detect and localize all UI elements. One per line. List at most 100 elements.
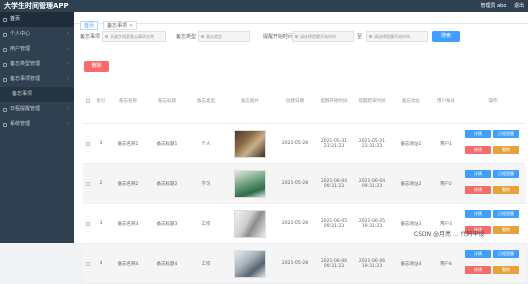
cell-date: 2021-05-28 — [281, 261, 309, 266]
detail-button[interactable]: 详情 — [465, 130, 491, 138]
cell-photo — [225, 204, 275, 243]
memo-category-input[interactable]: 备忘类型 — [198, 31, 250, 42]
sidebar-item[interactable]: 备忘事项 — [0, 87, 74, 102]
header-date: 创建日期 — [286, 99, 304, 104]
sidebar-item[interactable]: 个人中心 › — [0, 27, 74, 42]
cell-type: 个人 — [201, 141, 211, 147]
range-separator: 至 — [357, 34, 363, 40]
tab-home-label: 首页 — [84, 23, 95, 29]
cell-name: 备忘名称4 — [117, 261, 139, 267]
logout-link[interactable]: 退出 — [514, 3, 524, 9]
checkbox[interactable] — [86, 181, 90, 186]
detail-button[interactable]: 详情 — [465, 250, 491, 258]
delete-button-label: 删除 — [502, 227, 510, 232]
tab-memo-items[interactable]: 备忘事项 × — [103, 21, 138, 30]
cell-date: 2021-05-28 — [281, 221, 309, 226]
sidebar-item[interactable]: 备忘事项管理 › — [0, 72, 74, 87]
cell-photo — [225, 164, 275, 203]
menu-icon — [3, 63, 7, 67]
remind-end-date-input[interactable]: 请选择提醒开始时间 — [366, 31, 428, 42]
header-title: 备忘标题 — [158, 99, 176, 104]
edit-button[interactable]: 修改 — [465, 186, 491, 194]
header-name: 备忘名称 — [119, 99, 137, 104]
sidebar-item-label: 个人中心 — [10, 31, 31, 37]
memo-title-input-text: 关键字搜索备忘事项名称 — [110, 34, 154, 39]
remind-button-label: 日程提醒 — [498, 131, 514, 136]
sidebar-item[interactable]: 日程提醒管理 › — [0, 102, 74, 117]
memo-title-label: 备忘事项 — [80, 34, 101, 40]
cell-account: 用户2 — [440, 181, 452, 187]
checkbox[interactable] — [86, 221, 90, 226]
remind-start-date-input[interactable]: 请选择提醒开始时间 — [292, 31, 354, 42]
table-row: 1 备忘名称1 备忘标题1 个人 2021-05-28 2021-05-31 23:31:… — [83, 124, 526, 164]
sidebar-item[interactable]: 系统管理 › — [0, 117, 74, 132]
cell-account: 用户4 — [440, 261, 452, 267]
delete-button-label: 删除 — [502, 147, 510, 152]
cell-end: 2021-06-04 09:31:23 — [358, 178, 386, 189]
cell-type: 学习 — [201, 181, 211, 187]
remind-button[interactable]: 日程提醒 — [493, 170, 519, 178]
row-checkbox-cell — [83, 244, 93, 283]
remind-button-label: 日程提醒 — [498, 211, 514, 216]
memo-photo — [234, 169, 266, 198]
cell-start: 2021-05-31 23:31:23 — [320, 138, 348, 149]
header-start: 提醒开始时间 — [320, 99, 348, 104]
menu-icon — [3, 123, 7, 127]
tab-home[interactable]: 首页 — [80, 21, 99, 30]
cell-index: 2 — [99, 181, 103, 186]
cell-date: 2021-05-28 — [281, 141, 309, 146]
sidebar-item[interactable]: 首页 — [0, 12, 74, 27]
select-all-checkbox[interactable] — [83, 79, 93, 123]
remind-time-label: 提醒开始时间 — [263, 34, 294, 40]
cell-index: 3 — [99, 221, 103, 226]
edit-button-label: 修改 — [474, 147, 482, 152]
batch-delete-button[interactable]: 删除 — [84, 61, 109, 72]
remind-button-label: 日程提醒 — [498, 251, 514, 256]
delete-button[interactable]: 删除 — [493, 186, 519, 194]
cell-address: 备忘地址4 — [400, 261, 422, 267]
memo-table: 索引 备忘名称 备忘标题 备忘类型 备忘图片 创建日期 提醒开始时间 提醒结束时… — [83, 79, 526, 284]
cell-photo — [225, 244, 275, 283]
sidebar-item[interactable]: 用户管理 › — [0, 42, 74, 57]
header-index: 索引 — [96, 99, 106, 104]
edit-button-label: 修改 — [474, 187, 482, 192]
remind-button[interactable]: 日程提醒 — [493, 210, 519, 218]
detail-button-label: 详情 — [474, 251, 482, 256]
close-icon[interactable]: × — [129, 23, 133, 29]
checkbox[interactable] — [86, 99, 90, 103]
sidebar-item[interactable]: 备忘类型管理 › — [0, 57, 74, 72]
sidebar-item-label: 首页 — [10, 16, 21, 22]
row-checkbox-cell — [83, 204, 93, 243]
menu-icon — [3, 108, 7, 112]
detail-button[interactable]: 详情 — [465, 210, 491, 218]
checkbox[interactable] — [86, 261, 90, 266]
cell-date: 2021-05-28 — [281, 181, 309, 186]
top-right-area: 管理员 abo 退出 — [475, 2, 525, 9]
tab-memo-label: 备忘事项 — [107, 23, 128, 29]
cell-name: 备忘名称1 — [117, 141, 139, 147]
sidebar-item-label: 日程提醒管理 — [10, 106, 41, 112]
table-header: 索引 备忘名称 备忘标题 备忘类型 备忘图片 创建日期 提醒开始时间 提醒结束时… — [83, 79, 526, 124]
cell-start: 2021-06-05 09:31:23 — [320, 218, 348, 229]
detail-button[interactable]: 详情 — [465, 170, 491, 178]
calendar-icon — [369, 35, 372, 38]
header-end: 提醒结束时间 — [358, 99, 386, 104]
delete-button[interactable]: 删除 — [493, 266, 519, 274]
delete-button[interactable]: 删除 — [493, 226, 519, 234]
checkbox[interactable] — [86, 141, 90, 146]
edit-button[interactable]: 修改 — [465, 146, 491, 154]
header-address: 备忘地址 — [402, 99, 420, 104]
cell-title: 备忘标题1 — [156, 141, 178, 147]
remind-button-label: 日程提醒 — [498, 171, 514, 176]
memo-title-input[interactable]: 关键字搜索备忘事项名称 — [102, 31, 166, 42]
search-button[interactable]: 搜索 — [432, 31, 460, 42]
chevron-right-icon: › — [67, 76, 69, 82]
delete-button[interactable]: 删除 — [493, 146, 519, 154]
cell-address: 备忘地址1 — [400, 141, 422, 147]
sidebar: 首页 个人中心 › 用户管理 › 备忘类型管理 › 备忘事项管理 › 备忘事项 日程提醒管理 › 系统管… — [0, 12, 74, 243]
edit-button[interactable]: 修改 — [465, 266, 491, 274]
cell-end: 2021-06-05 19:31:23 — [358, 218, 386, 229]
remind-button[interactable]: 日程提醒 — [493, 130, 519, 138]
remind-button[interactable]: 日程提醒 — [493, 250, 519, 258]
menu-icon — [3, 18, 7, 22]
